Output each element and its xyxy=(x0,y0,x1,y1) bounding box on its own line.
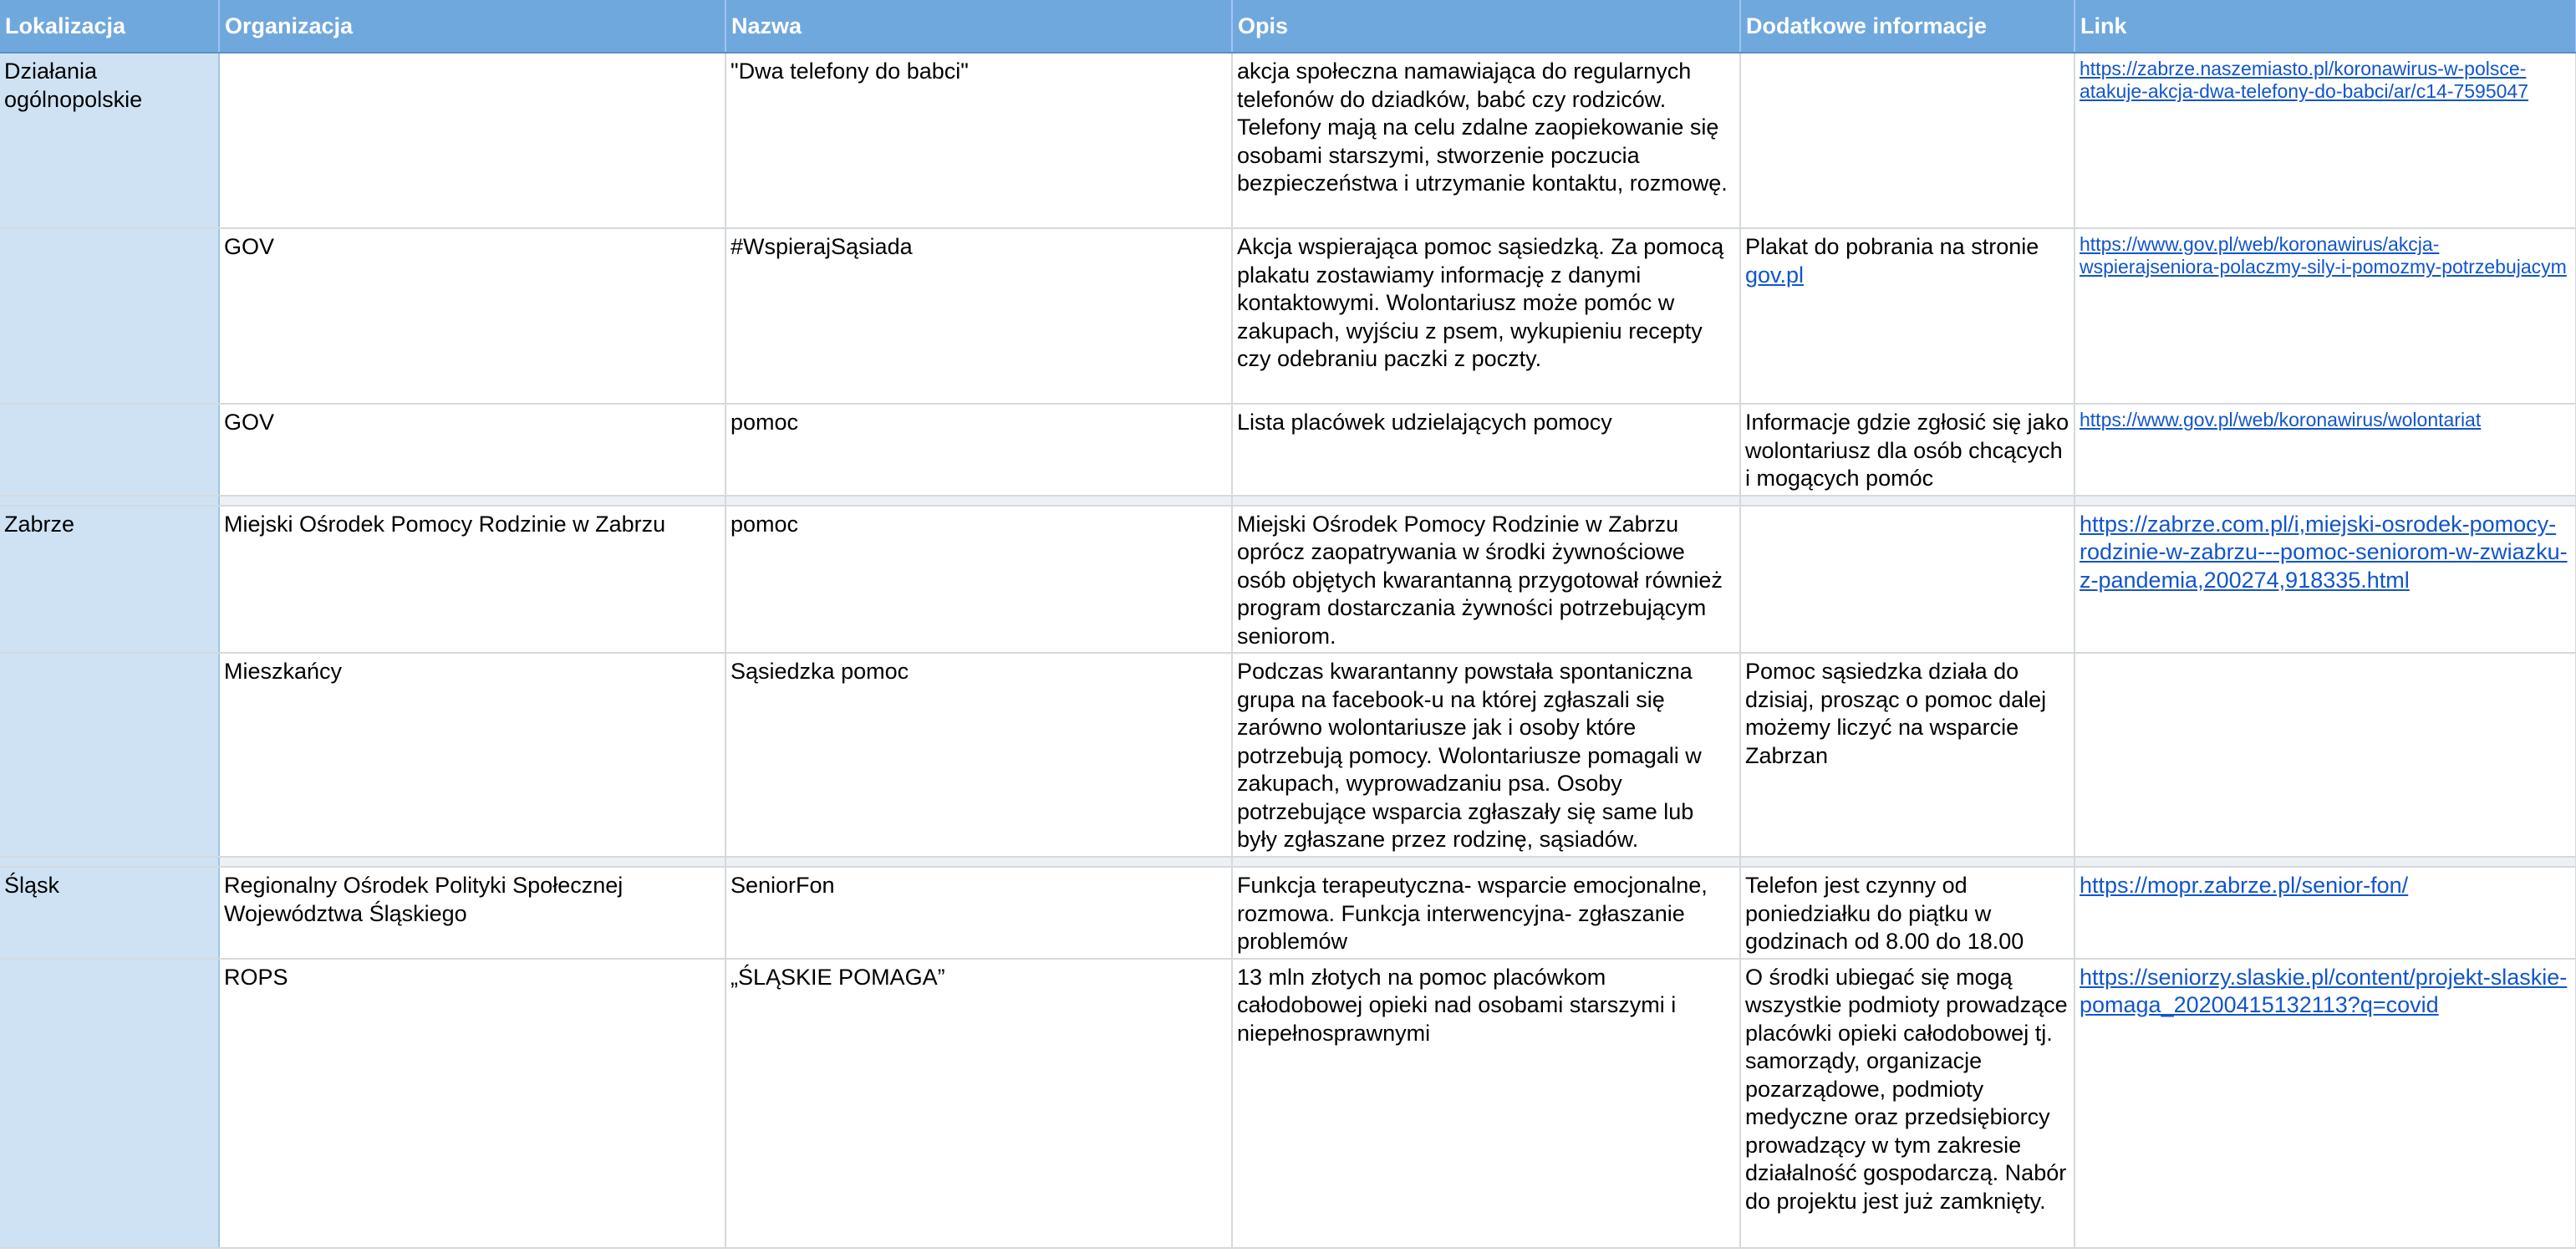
cell-opis[interactable]: Miejski Ośrodek Pomocy Rodzinie w Zabrzu… xyxy=(1232,505,1741,654)
cell-organizacja[interactable]: ROPS xyxy=(219,958,726,1249)
info-text: Plakat do pobrania na stronie xyxy=(1745,234,2039,259)
external-link[interactable]: https://www.gov.pl/web/koronawirus/wolon… xyxy=(2080,409,2481,430)
cell-opis[interactable]: Akcja wspierająca pomoc sąsiedzką. Za po… xyxy=(1232,228,1741,405)
data-table: Lokalizacja Organizacja Nazwa Opis Dodat… xyxy=(0,0,2576,1249)
cell-dodatkowe-informacje[interactable]: Informacje gdzie zgłosić się jako wolont… xyxy=(1740,404,2075,497)
separator-cell xyxy=(0,857,220,868)
cell-organizacja[interactable]: Mieszkańcy xyxy=(219,653,726,858)
separator-cell xyxy=(1232,495,1741,507)
cell-nazwa[interactable]: Sąsiedzka pomoc xyxy=(725,653,1233,858)
separator-cell xyxy=(725,495,1233,507)
external-link[interactable]: https://seniorzy.slaskie.pl/content/proj… xyxy=(2080,965,2567,1018)
cell-lokalizacja[interactable]: Zabrze xyxy=(0,505,220,654)
separator-cell xyxy=(2075,495,2576,507)
separator-cell xyxy=(1232,857,1741,868)
cell-dodatkowe-informacje[interactable]: Telefon jest czynny od poniedziałku do p… xyxy=(1740,867,2075,960)
cell-dodatkowe-informacje[interactable]: Plakat do pobrania na stronie gov.pl xyxy=(1740,228,2075,405)
table-row: Śląsk Regionalny Ośrodek Polityki Społec… xyxy=(0,867,2576,960)
table-row: Działania ogólnopolskie "Dwa telefony do… xyxy=(0,53,2576,229)
separator-cell xyxy=(725,857,1233,868)
cell-dodatkowe-informacje[interactable]: O środki ubiegać się mogą wszystkie podm… xyxy=(1740,958,2075,1249)
separator-cell xyxy=(2075,857,2576,868)
cell-link[interactable]: https://www.gov.pl/web/koronawirus/wolon… xyxy=(2075,404,2576,497)
cell-nazwa[interactable]: „ŚLĄSKIE POMAGA” xyxy=(725,958,1233,1249)
external-link[interactable]: https://zabrze.naszemiasto.pl/koronawiru… xyxy=(2080,58,2528,102)
header-row: Lokalizacja Organizacja Nazwa Opis Dodat… xyxy=(0,0,2576,53)
cell-dodatkowe-informacje[interactable] xyxy=(1740,505,2075,654)
header-opis[interactable]: Opis xyxy=(1232,0,1741,53)
header-link[interactable]: Link xyxy=(2075,0,2576,53)
separator-cell xyxy=(1740,857,2075,868)
section-separator xyxy=(0,857,2576,868)
header-lokalizacja[interactable]: Lokalizacja xyxy=(0,0,220,53)
cell-lokalizacja[interactable] xyxy=(0,404,220,497)
table-row: Mieszkańcy Sąsiedzka pomoc Podczas kwara… xyxy=(0,653,2576,858)
separator-cell xyxy=(0,495,220,507)
table-row: GOV #WspierajSąsiada Akcja wspierająca p… xyxy=(0,228,2576,405)
cell-link[interactable]: https://zabrze.naszemiasto.pl/koronawiru… xyxy=(2075,53,2576,229)
cell-dodatkowe-informacje[interactable] xyxy=(1740,53,2075,229)
cell-opis[interactable]: 13 mln złotych na pomoc placówkom całodo… xyxy=(1232,958,1741,1249)
cell-nazwa[interactable]: pomoc xyxy=(725,404,1233,497)
cell-lokalizacja[interactable] xyxy=(0,228,220,405)
cell-link[interactable]: https://mopr.zabrze.pl/senior-fon/ xyxy=(2075,867,2576,960)
cell-organizacja[interactable]: Regionalny Ośrodek Polityki Społecznej W… xyxy=(219,867,726,960)
separator-cell xyxy=(1740,495,2075,507)
cell-opis[interactable]: Lista placówek udzielających pomocy xyxy=(1232,404,1741,497)
cell-lokalizacja[interactable]: Śląsk xyxy=(0,867,220,960)
external-link[interactable]: https://www.gov.pl/web/koronawirus/akcja… xyxy=(2080,233,2567,278)
cell-lokalizacja[interactable] xyxy=(0,958,220,1249)
header-organizacja[interactable]: Organizacja xyxy=(219,0,726,53)
table-row: GOV pomoc Lista placówek udzielających p… xyxy=(0,404,2576,497)
separator-cell xyxy=(219,857,726,868)
table-row: Zabrze Miejski Ośrodek Pomocy Rodzinie w… xyxy=(0,505,2576,654)
cell-nazwa[interactable]: "Dwa telefony do babci" xyxy=(725,53,1233,229)
cell-nazwa[interactable]: #WspierajSąsiada xyxy=(725,228,1233,405)
cell-organizacja[interactable]: Miejski Ośrodek Pomocy Rodzinie w Zabrzu xyxy=(219,505,726,654)
cell-link[interactable]: https://zabrze.com.pl/i,miejski-osrodek-… xyxy=(2075,505,2576,654)
cell-nazwa[interactable]: pomoc xyxy=(725,505,1233,654)
separator-cell xyxy=(219,495,726,507)
external-link[interactable]: https://mopr.zabrze.pl/senior-fon/ xyxy=(2080,873,2408,898)
cell-opis[interactable]: Podczas kwarantanny powstała spontaniczn… xyxy=(1232,653,1741,858)
cell-nazwa[interactable]: SeniorFon xyxy=(725,867,1233,960)
cell-lokalizacja[interactable] xyxy=(0,653,220,858)
table-row: ROPS „ŚLĄSKIE POMAGA” 13 mln złotych na … xyxy=(0,958,2576,1249)
cell-link[interactable]: https://seniorzy.slaskie.pl/content/proj… xyxy=(2075,958,2576,1249)
section-separator xyxy=(0,495,2576,507)
cell-opis[interactable]: Funkcja terapeutyczna- wsparcie emocjona… xyxy=(1232,867,1741,960)
info-link[interactable]: gov.pl xyxy=(1745,262,1804,288)
cell-organizacja[interactable]: GOV xyxy=(219,228,726,405)
cell-link[interactable] xyxy=(2075,653,2576,858)
cell-lokalizacja[interactable]: Działania ogólnopolskie xyxy=(0,53,220,229)
header-dodatkowe-informacje[interactable]: Dodatkowe informacje xyxy=(1740,0,2075,53)
cell-opis[interactable]: akcja społeczna namawiająca do regularny… xyxy=(1232,53,1741,229)
cell-link[interactable]: https://www.gov.pl/web/koronawirus/akcja… xyxy=(2075,228,2576,405)
cell-dodatkowe-informacje[interactable]: Pomoc sąsiedzka działa do dzisiaj, prosz… xyxy=(1740,653,2075,858)
cell-organizacja[interactable] xyxy=(219,53,726,229)
external-link[interactable]: https://zabrze.com.pl/i,miejski-osrodek-… xyxy=(2080,512,2568,593)
header-nazwa[interactable]: Nazwa xyxy=(725,0,1233,53)
cell-organizacja[interactable]: GOV xyxy=(219,404,726,497)
